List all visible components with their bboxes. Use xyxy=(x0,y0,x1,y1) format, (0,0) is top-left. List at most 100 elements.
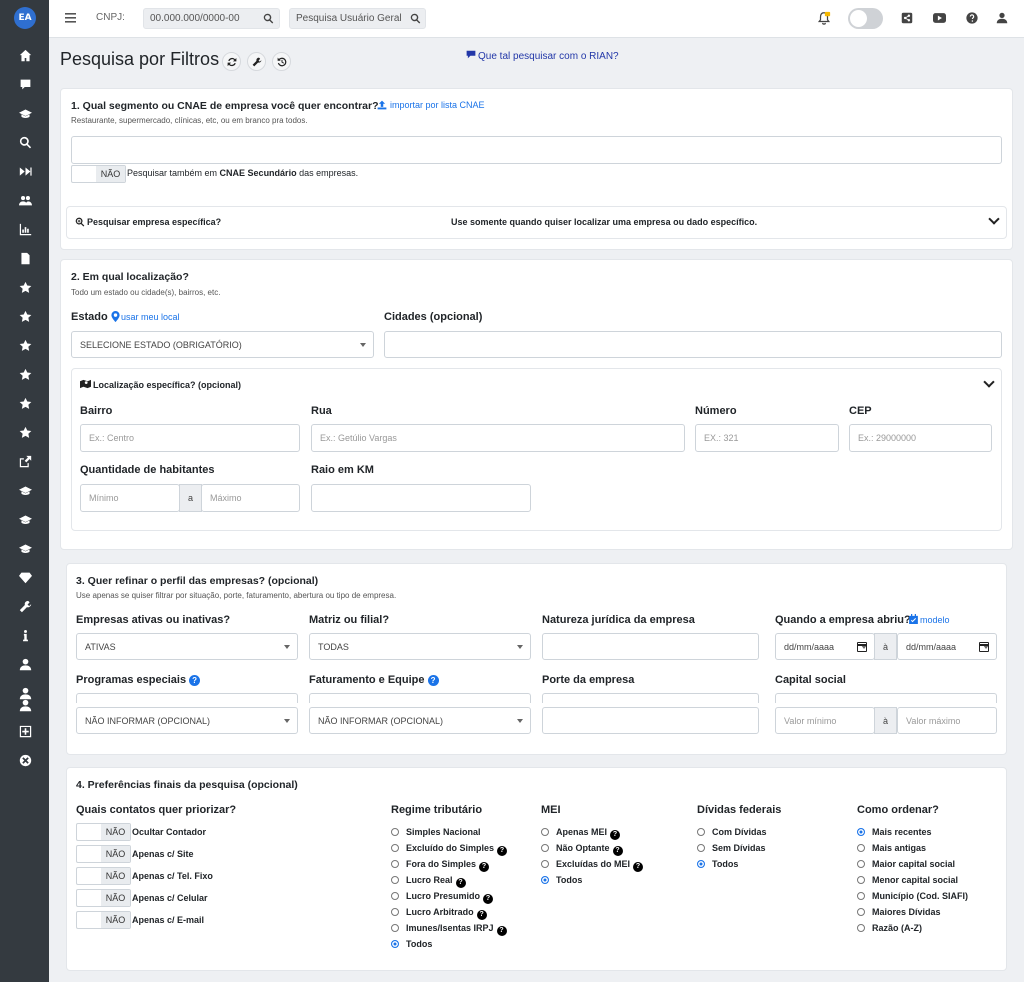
ativas-select[interactable]: ATIVAS xyxy=(76,633,298,660)
rua-input[interactable]: Ex.: Getúlio Vargas xyxy=(311,424,685,452)
bell-icon[interactable] xyxy=(817,11,831,25)
radio-label[interactable]: Excluído do Simples? xyxy=(406,843,508,856)
graduation-cap-icon[interactable] xyxy=(17,511,33,527)
refresh-button[interactable] xyxy=(222,52,241,71)
radio-label[interactable]: Apenas MEI? xyxy=(556,827,621,840)
help-icon[interactable]: ? xyxy=(479,862,490,872)
chat-icon[interactable] xyxy=(17,76,33,92)
help-icon[interactable]: ? xyxy=(189,675,201,686)
radio-button[interactable] xyxy=(391,828,399,836)
user-icon[interactable] xyxy=(996,12,1008,24)
share-icon[interactable] xyxy=(901,12,913,24)
user-icon[interactable] xyxy=(17,656,33,672)
radio-button[interactable] xyxy=(697,860,705,868)
diamond-icon[interactable] xyxy=(17,569,33,585)
radio-label[interactable]: Lucro Arbitrado? xyxy=(406,907,487,920)
app-logo[interactable]: EA xyxy=(14,7,36,29)
help-icon[interactable]: ? xyxy=(427,675,439,686)
faturamento-select[interactable]: NÃO INFORMAR (OPCIONAL) xyxy=(309,707,531,734)
star-icon[interactable] xyxy=(17,279,33,295)
toggle-celular[interactable]: NÃO xyxy=(76,889,131,907)
radio-label[interactable]: Excluídas do MEI? xyxy=(556,859,644,872)
graduation-cap-icon[interactable] xyxy=(17,105,33,121)
help-icon[interactable]: ? xyxy=(497,846,508,856)
radio-label[interactable]: Todos xyxy=(556,875,582,885)
help-icon[interactable]: ? xyxy=(455,878,466,888)
use-location-link[interactable]: usar meu local xyxy=(121,312,180,322)
radio-label[interactable]: Município (Cod. SIAFI) xyxy=(872,891,968,901)
cep-input[interactable]: Ex.: 29000000 xyxy=(849,424,992,452)
star-icon[interactable] xyxy=(17,337,33,353)
programas-select[interactable]: NÃO INFORMAR (OPCIONAL) xyxy=(76,707,298,734)
close-circle-icon[interactable] xyxy=(17,752,33,768)
radio-button[interactable] xyxy=(697,828,705,836)
cidades-input[interactable] xyxy=(384,331,1002,358)
radio-label[interactable]: Todos xyxy=(406,939,432,949)
habitantes-max-input[interactable]: Máximo xyxy=(201,484,300,512)
natureza-input[interactable] xyxy=(542,633,759,660)
radio-button[interactable] xyxy=(391,876,399,884)
radio-button[interactable] xyxy=(541,860,549,868)
raio-input[interactable] xyxy=(311,484,531,512)
help-icon[interactable]: ? xyxy=(610,830,621,840)
radio-label[interactable]: Não Optante? xyxy=(556,843,623,856)
import-cnae-link[interactable]: importar por lista CNAE xyxy=(390,100,485,110)
radio-button[interactable] xyxy=(697,844,705,852)
radio-button[interactable] xyxy=(857,860,865,868)
radio-button[interactable] xyxy=(541,844,549,852)
radio-label[interactable]: Menor capital social xyxy=(872,875,958,885)
user-search-input[interactable]: Pesquisa Usuário Geral xyxy=(289,8,426,29)
menu-icon[interactable] xyxy=(65,13,76,23)
capital-max-input[interactable]: Valor máximo xyxy=(897,707,997,734)
radio-label[interactable]: Maiores Dívidas xyxy=(872,907,941,917)
radio-button[interactable] xyxy=(857,908,865,916)
theme-toggle[interactable] xyxy=(848,8,883,29)
cnae-secondary-toggle[interactable]: NÃO xyxy=(71,165,126,183)
search-icon[interactable] xyxy=(17,134,33,150)
radio-button[interactable] xyxy=(391,860,399,868)
radio-button[interactable] xyxy=(857,892,865,900)
toggle-tel-fixo[interactable]: NÃO xyxy=(76,867,131,885)
radio-button[interactable] xyxy=(541,828,549,836)
history-button[interactable] xyxy=(272,52,291,71)
modelo-link[interactable]: modelo xyxy=(920,615,950,625)
habitantes-min-input[interactable]: Mínimo xyxy=(80,484,180,512)
graduation-cap-icon[interactable] xyxy=(17,540,33,556)
star-icon[interactable] xyxy=(17,366,33,382)
radio-button[interactable] xyxy=(857,828,865,836)
radio-button[interactable] xyxy=(857,924,865,932)
share-square-icon[interactable] xyxy=(17,453,33,469)
settings-button[interactable] xyxy=(247,52,266,71)
radio-label[interactable]: Com Dívidas xyxy=(712,827,767,837)
user-icon[interactable] xyxy=(17,697,33,713)
toggle-email[interactable]: NÃO xyxy=(76,911,131,929)
radio-button[interactable] xyxy=(391,908,399,916)
radio-label[interactable]: Maior capital social xyxy=(872,859,955,869)
fast-forward-icon[interactable] xyxy=(17,163,33,179)
users-icon[interactable] xyxy=(17,192,33,208)
search-icon[interactable] xyxy=(263,13,274,24)
calendar-icon[interactable] xyxy=(857,642,867,652)
calendar-icon[interactable] xyxy=(979,642,989,652)
radio-button[interactable] xyxy=(857,876,865,884)
graduation-cap-icon[interactable] xyxy=(17,482,33,498)
star-icon[interactable] xyxy=(17,395,33,411)
chart-icon[interactable] xyxy=(17,221,33,237)
info-icon[interactable] xyxy=(17,627,33,643)
radio-button[interactable] xyxy=(857,844,865,852)
cnae-input[interactable] xyxy=(71,136,1002,164)
wrench-icon[interactable] xyxy=(17,598,33,614)
radio-button[interactable] xyxy=(391,892,399,900)
porte-input[interactable] xyxy=(542,707,759,734)
rian-link[interactable]: Que tal pesquisar com o RIAN? xyxy=(478,51,619,62)
radio-label[interactable]: Todos xyxy=(712,859,738,869)
home-icon[interactable] xyxy=(17,47,33,63)
radio-label[interactable]: Lucro Presumido? xyxy=(406,891,494,904)
star-icon[interactable] xyxy=(17,308,33,324)
radio-label[interactable]: Fora do Simples? xyxy=(406,859,490,872)
radio-button[interactable] xyxy=(391,924,399,932)
radio-label[interactable]: Razão (A-Z) xyxy=(872,923,922,933)
estado-select[interactable]: SELECIONE ESTADO (OBRIGATÓRIO) xyxy=(71,331,374,358)
help-icon[interactable]: ? xyxy=(496,926,507,936)
star-icon[interactable] xyxy=(17,424,33,440)
